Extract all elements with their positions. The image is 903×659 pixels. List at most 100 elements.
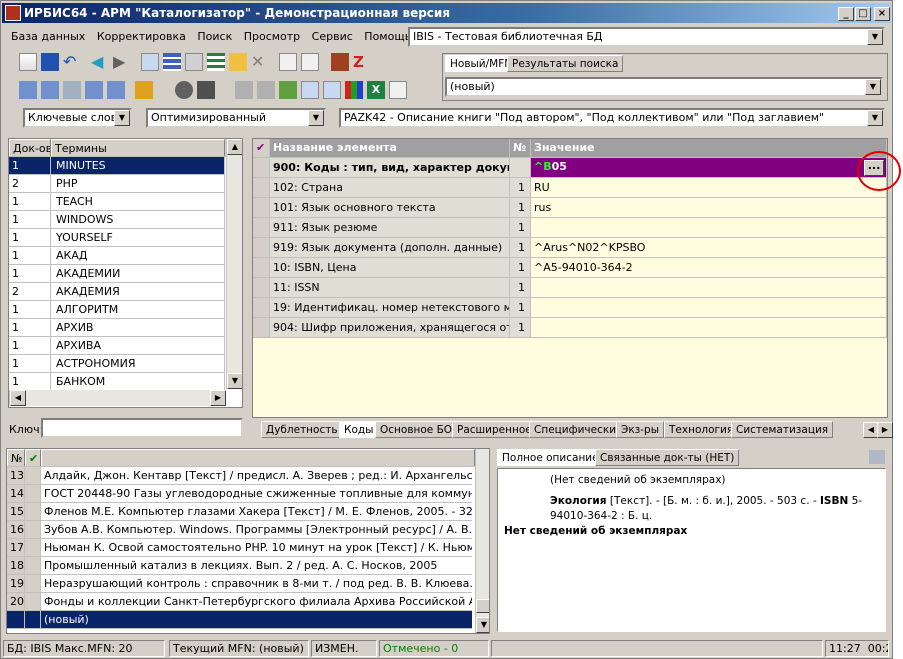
print-icon[interactable] — [869, 450, 885, 464]
tab-copies[interactable]: Экз-ры — [616, 421, 665, 438]
tab-duplicates[interactable]: Дублетность — [261, 421, 343, 438]
cell-check[interactable] — [25, 539, 41, 556]
tab-technology[interactable]: Технология — [664, 421, 739, 438]
field-row[interactable]: 904: Шифр приложения, хранящегося отдель… — [253, 318, 887, 338]
key-input[interactable] — [41, 418, 243, 438]
field-row[interactable]: 900: Коды : тип, вид, характер документа… — [253, 158, 887, 178]
field-row[interactable]: 101: Язык основного текста 1 rus — [253, 198, 887, 218]
table-row[interactable]: 2 PHP — [9, 175, 225, 193]
mfn-select[interactable]: (новый) ▼ — [445, 77, 883, 97]
menu-search[interactable]: Поиск — [197, 30, 232, 43]
cell-check[interactable] — [25, 575, 41, 592]
table-row[interactable]: 1 АРХИВА — [9, 337, 225, 355]
stamp-icon[interactable] — [331, 53, 349, 71]
go-icon[interactable] — [279, 81, 297, 99]
field-row[interactable]: 102: Страна 1 RU — [253, 178, 887, 198]
table-row[interactable]: 1 TEACH — [9, 193, 225, 211]
import-icon[interactable] — [279, 53, 297, 71]
table-row[interactable]: 1 АКАД — [9, 247, 225, 265]
list-item[interactable]: 14 ГОСТ 20448-90 Газы углеводородные сжиж… — [7, 485, 472, 503]
list-item[interactable]: (новый) — [7, 611, 472, 629]
chat-icon[interactable] — [19, 81, 37, 99]
chevron-down-icon[interactable]: ▼ — [867, 110, 883, 126]
field-row[interactable]: 19: Идентификац. номер нетекстового мате… — [253, 298, 887, 318]
doc-icon[interactable] — [301, 81, 319, 99]
tab-scroll-right-icon[interactable]: ▶ — [877, 422, 893, 438]
dictionary-hscrollbar[interactable]: ◀ ▶ — [9, 390, 226, 406]
column-header-terms[interactable]: Термины — [51, 139, 225, 156]
field-row[interactable]: 11: ISSN 1 — [253, 278, 887, 298]
menu-view[interactable]: Просмотр — [244, 30, 300, 43]
scroll-down-icon[interactable]: ▼ — [476, 617, 489, 633]
menu-database[interactable]: База данных — [11, 30, 85, 43]
print-preview-icon[interactable] — [257, 81, 275, 99]
column-header-num[interactable]: № — [510, 139, 531, 157]
chart-icon[interactable] — [345, 81, 363, 99]
menu-service[interactable]: Сервис — [312, 30, 353, 43]
tab-basic-bo[interactable]: Основное БО — [375, 421, 458, 438]
copy-icon[interactable] — [141, 53, 159, 71]
search-mode-select[interactable]: Ключевые слова ▼ — [23, 108, 132, 128]
delete-icon[interactable]: ✕ — [251, 53, 269, 71]
list-item[interactable]: 19 Неразрушающий контроль : справочник в … — [7, 575, 472, 593]
table-row[interactable]: 1 MINUTES — [9, 157, 225, 175]
dictionary-scrollbar[interactable]: ▲ ▼ — [226, 139, 242, 389]
cell-check[interactable] — [25, 521, 41, 538]
column-header-element[interactable]: Название элемента — [270, 139, 510, 157]
table-icon[interactable] — [163, 53, 181, 71]
cell-value[interactable]: ^B05... — [531, 158, 887, 177]
tab-systematization[interactable]: Систематизация — [731, 421, 834, 438]
cell-check[interactable] — [25, 611, 41, 628]
cell-value[interactable]: ^A5-94010-364-2 — [531, 258, 887, 277]
worksheet-select[interactable]: PAZK42 - Описание книги "Под автором", "… — [339, 108, 885, 128]
arrow-left-icon[interactable]: ◀ — [91, 53, 109, 71]
cell-check[interactable] — [25, 593, 41, 610]
new-document-icon[interactable] — [19, 53, 37, 71]
comment-icon[interactable] — [41, 81, 59, 99]
printer-icon[interactable] — [235, 81, 253, 99]
tab-full-description[interactable]: Полное описание — [497, 449, 604, 466]
binoculars-icon[interactable] — [175, 81, 193, 99]
menu-edit[interactable]: Корректировка — [97, 30, 186, 43]
hand-icon[interactable] — [135, 81, 153, 99]
cell-value[interactable]: ^Arus^N02^KPSBO — [531, 238, 887, 257]
export-icon[interactable] — [301, 53, 319, 71]
table-row[interactable]: 1 АКАДЕМИИ — [9, 265, 225, 283]
table-row[interactable]: 1 АРХИВ — [9, 319, 225, 337]
message-icon[interactable] — [85, 81, 103, 99]
chevron-down-icon[interactable]: ▼ — [114, 110, 130, 126]
search-type-select[interactable]: Оптимизированный ▼ — [146, 108, 326, 128]
word-icon[interactable] — [389, 81, 407, 99]
arrow-right-icon[interactable]: ▶ — [113, 53, 131, 71]
close-button[interactable]: × — [874, 7, 890, 21]
field-row[interactable]: 10: ISBN, Цена 1 ^A5-94010-364-2 — [253, 258, 887, 278]
database-select[interactable]: IBIS - Тестовая библиотечная БД ▼ — [408, 27, 885, 47]
table-row[interactable]: 1 АЛГОРИТМ — [9, 301, 225, 319]
column-header-value[interactable]: Значение — [531, 139, 887, 157]
cell-check[interactable] — [25, 557, 41, 574]
doc2-icon[interactable] — [323, 81, 341, 99]
menu-help[interactable]: Помощь — [364, 30, 411, 43]
table-row[interactable]: 1 WINDOWS — [9, 211, 225, 229]
field-row[interactable]: 919: Язык документа (дополн. данные) 1 ^Ar… — [253, 238, 887, 258]
table-row[interactable]: 1 YOURSELF — [9, 229, 225, 247]
cell-value[interactable]: RU — [531, 178, 887, 197]
list-icon[interactable] — [207, 53, 225, 71]
scroll-right-icon[interactable]: ▶ — [210, 390, 226, 406]
cell-value[interactable] — [531, 218, 887, 237]
tab-extended[interactable]: Расширенное — [452, 421, 537, 438]
scroll-left-icon[interactable]: ◀ — [10, 390, 26, 406]
cell-value[interactable] — [531, 298, 887, 317]
cell-check[interactable] — [25, 467, 41, 484]
cell-check[interactable] — [25, 503, 41, 520]
table-row[interactable]: 1 АСТРОНОМИЯ — [9, 355, 225, 373]
field-row[interactable]: 911: Язык резюме 1 — [253, 218, 887, 238]
column-header-n[interactable]: № — [7, 449, 25, 466]
list-item[interactable]: 13 Алдайк, Джон. Кентавр [Текст] / предис… — [7, 467, 472, 485]
cell-value[interactable]: rus — [531, 198, 887, 217]
chevron-down-icon[interactable]: ▼ — [865, 79, 881, 95]
column-header-docs[interactable]: Док-ов — [9, 139, 51, 156]
maximize-button[interactable]: □ — [855, 7, 871, 21]
table-row[interactable]: 2 АКАДЕМИЯ — [9, 283, 225, 301]
tab-linked-docs[interactable]: Связанные док-ты (НЕТ) — [595, 449, 740, 466]
